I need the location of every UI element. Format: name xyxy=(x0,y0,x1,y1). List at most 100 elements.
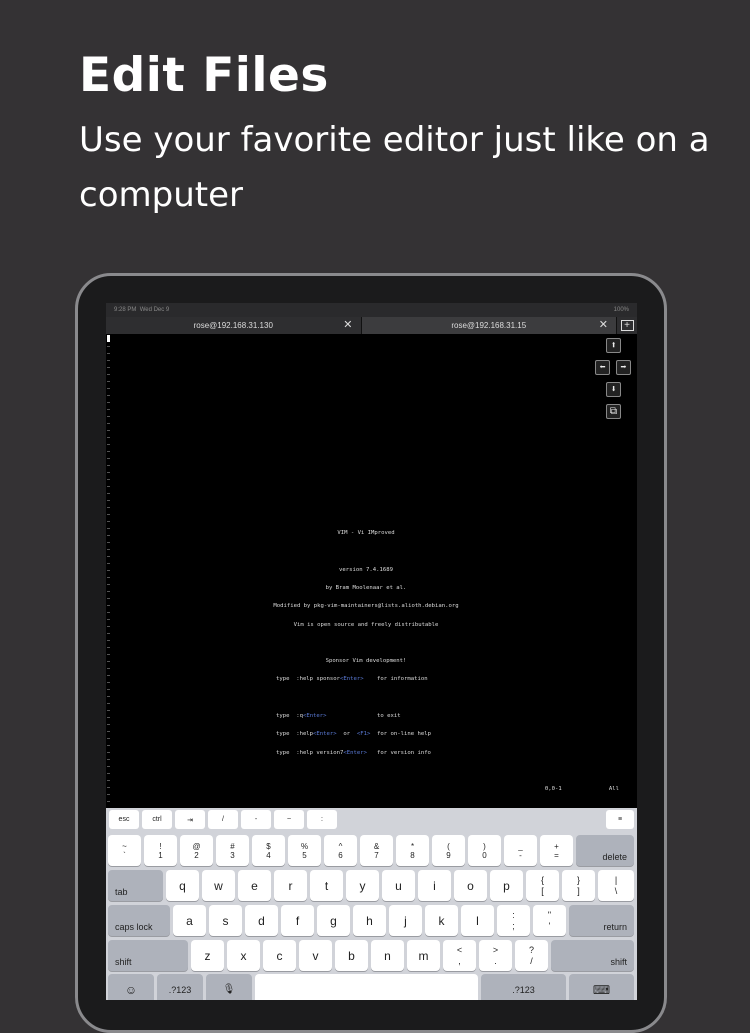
key-l[interactable]: l xyxy=(461,905,494,936)
key-w[interactable]: w xyxy=(202,870,235,901)
key-f[interactable]: f xyxy=(281,905,314,936)
key-0[interactable]: ) 0 xyxy=(468,835,501,866)
key-t[interactable]: t xyxy=(310,870,343,901)
arrow-left-icon[interactable]: ⬅ xyxy=(595,360,610,375)
key-g[interactable]: g xyxy=(317,905,350,936)
shift-right-key[interactable]: shift xyxy=(551,940,634,971)
hide-keyboard-icon[interactable]: ⌨ xyxy=(569,974,634,1000)
space-bar[interactable] xyxy=(255,974,478,1000)
vim-author: by Bram Moolenaar et al. xyxy=(325,585,407,592)
vim-help-text: type :help xyxy=(276,731,314,738)
key-9[interactable]: (9 xyxy=(432,835,465,866)
new-tab-button[interactable]: + xyxy=(617,317,637,334)
key-slash[interactable]: ? / xyxy=(515,940,548,971)
tilde-key[interactable]: ~ xyxy=(274,810,304,829)
key-u[interactable]: u xyxy=(382,870,415,901)
key-close-brace[interactable]: }] xyxy=(562,870,595,901)
key-pipe[interactable]: | \ xyxy=(598,870,634,901)
key-1[interactable]: ! 1 xyxy=(144,835,177,866)
vim-key-hint: <Enter> xyxy=(313,731,337,738)
key-m[interactable]: m xyxy=(407,940,440,971)
key-d[interactable]: d xyxy=(245,905,278,936)
key-r[interactable]: r xyxy=(274,870,307,901)
key-upper: ( xyxy=(447,841,450,851)
key-x[interactable]: x xyxy=(227,940,260,971)
key-upper: { xyxy=(540,874,544,885)
tab-key[interactable]: tab xyxy=(108,870,163,901)
slash-key[interactable]: / xyxy=(208,810,238,829)
key-comma[interactable]: <, xyxy=(443,940,476,971)
shift-left-key[interactable]: shift xyxy=(108,940,188,971)
key-lower: ] xyxy=(577,885,580,896)
key-upper: # xyxy=(230,841,235,851)
key-o[interactable]: o xyxy=(454,870,487,901)
arrow-down-icon[interactable]: ⬇ xyxy=(606,382,621,397)
key-2[interactable]: @2 xyxy=(180,835,213,866)
microphone-icon[interactable]: 🎙 xyxy=(206,974,252,1000)
close-icon[interactable]: ✕ xyxy=(599,318,608,331)
key-minus[interactable]: _ - xyxy=(504,835,537,866)
ctrl-key[interactable]: ctrl xyxy=(142,810,172,829)
return-key[interactable]: return xyxy=(569,905,634,936)
key-h[interactable]: h xyxy=(353,905,386,936)
terminal-view[interactable]: ⬆ ⬅ ➡ ⬇ ⧉ VIM - Vi IMproved version 7.4.… xyxy=(106,334,637,808)
key-n[interactable]: n xyxy=(371,940,404,971)
key-upper: @ xyxy=(192,841,201,851)
key-upper: % xyxy=(300,841,309,851)
key-lower: ` xyxy=(123,850,126,860)
key-z[interactable]: z xyxy=(191,940,224,971)
key-a[interactable]: a xyxy=(173,905,206,936)
key-7[interactable]: & 7 xyxy=(360,835,393,866)
key-8[interactable]: * 8 xyxy=(396,835,429,866)
key-v[interactable]: v xyxy=(299,940,332,971)
key-c[interactable]: c xyxy=(263,940,296,971)
key-j[interactable]: j xyxy=(389,905,422,936)
key-i[interactable]: i xyxy=(418,870,451,901)
key-tilde[interactable]: ~ ` xyxy=(108,835,141,866)
key-upper: : xyxy=(512,909,515,920)
key-lower: 8 xyxy=(410,850,415,860)
tab-session-2[interactable]: rose@192.168.31.15 ✕ xyxy=(361,317,617,334)
arrow-right-icon[interactable]: ➡ xyxy=(616,360,631,375)
colon-key[interactable]: : xyxy=(307,810,337,829)
vim-help-text: for on-line help xyxy=(370,731,431,738)
numbers-mode-key-right[interactable]: .?123 xyxy=(481,974,566,1000)
key-k[interactable]: k xyxy=(425,905,458,936)
key-p[interactable]: p xyxy=(490,870,523,901)
dash-key[interactable]: - xyxy=(241,810,271,829)
emoji-icon[interactable]: ☺ xyxy=(108,974,154,1000)
key-lower: 1 xyxy=(158,850,163,860)
vim-help-text: or xyxy=(336,731,357,738)
esc-key[interactable]: esc xyxy=(109,810,139,829)
caps-lock-key[interactable]: caps lock xyxy=(108,905,170,936)
key-s[interactable]: s xyxy=(209,905,242,936)
arrow-up-icon[interactable]: ⬆ xyxy=(606,338,621,353)
status-date: Wed Dec 9 xyxy=(139,307,170,313)
tab-session-1[interactable]: rose@192.168.31.130 ✕ xyxy=(106,317,362,334)
tab-arrow-key[interactable]: ⇥ xyxy=(175,810,205,829)
vim-help-text: type :help version7 xyxy=(276,749,344,756)
key-period[interactable]: >. xyxy=(479,940,512,971)
key-lower: ; xyxy=(512,920,515,931)
key-open-brace[interactable]: {[ xyxy=(526,870,559,901)
key-b[interactable]: b xyxy=(335,940,368,971)
numbers-mode-key[interactable]: .?123 xyxy=(157,974,203,1000)
keyboard-menu-icon[interactable]: ≡ xyxy=(606,810,634,829)
key-q[interactable]: q xyxy=(166,870,199,901)
key-lower: 9 xyxy=(446,850,451,860)
vim-version: version 7.4.1689 xyxy=(339,566,393,573)
delete-key[interactable]: delete xyxy=(576,835,634,866)
paste-icon[interactable]: ⧉ xyxy=(606,404,621,419)
key-e[interactable]: e xyxy=(238,870,271,901)
key-3[interactable]: #3 xyxy=(216,835,249,866)
key-6[interactable]: ^ 6 xyxy=(324,835,357,866)
promo-subline: Use your favorite editor just like on a … xyxy=(79,120,710,215)
key-quote[interactable]: " ' xyxy=(533,905,566,936)
key-5[interactable]: % 5 xyxy=(288,835,321,866)
key-semicolon[interactable]: :; xyxy=(497,905,530,936)
key-upper: > xyxy=(492,944,499,955)
key-y[interactable]: y xyxy=(346,870,379,901)
key-4[interactable]: $4 xyxy=(252,835,285,866)
key-equals[interactable]: + = xyxy=(540,835,573,866)
close-icon[interactable]: ✕ xyxy=(343,318,352,331)
